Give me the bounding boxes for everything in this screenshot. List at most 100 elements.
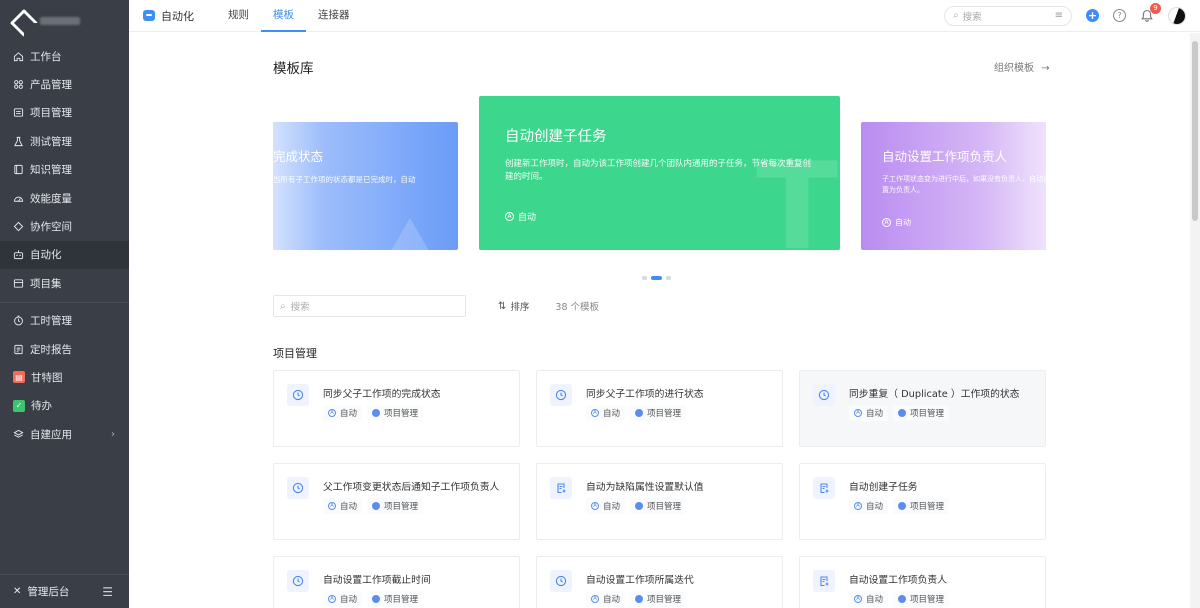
template-count: 38 个模板	[555, 302, 600, 313]
template-tags: A 自动 项目管理	[323, 591, 424, 607]
scrollbar[interactable]	[1190, 33, 1200, 608]
project-icon	[898, 595, 907, 603]
logo[interactable]	[0, 0, 129, 42]
carousel-dot[interactable]	[642, 276, 647, 280]
template-tag: 项目管理	[893, 405, 950, 421]
tag-label: 自动	[866, 595, 884, 605]
book-icon	[13, 164, 24, 175]
sidebar-item-folder[interactable]: 项目管理	[0, 99, 129, 127]
template-tag: A 自动	[323, 405, 363, 421]
sidebar-item-flask[interactable]: 测试管理	[0, 127, 129, 155]
carousel-card-tag: A 自动	[505, 210, 536, 223]
sidebar-item-label: 自建应用	[30, 428, 72, 441]
tag-label: 项目管理	[384, 595, 419, 605]
sidebar-item-check[interactable]: ✓ 待办	[0, 392, 129, 420]
search-icon: ⌕	[280, 300, 286, 312]
sidebar-item-home[interactable]: 工作台	[0, 42, 129, 70]
scrollbar-thumb[interactable]	[1192, 41, 1198, 221]
sidebar-item-label: 知识管理	[30, 164, 72, 177]
template-tag: 项目管理	[630, 498, 687, 514]
carousel-card-active[interactable]: 自动创建子任务 创建新工作项时，自动为该工作项创建几个团队内通用的子任务，节省每…	[479, 96, 840, 250]
clock-icon	[13, 315, 24, 326]
org-templates-link[interactable]: 组织模板 →	[994, 59, 1050, 74]
admin-console-label: 管理后台	[27, 586, 70, 598]
sort-label: 排序	[510, 302, 530, 313]
auto-icon: A	[591, 502, 599, 510]
tab-模板[interactable]: 模板	[261, 0, 306, 32]
carousel-card-title: 完成状态	[273, 149, 324, 164]
project-icon	[635, 595, 644, 603]
template-card[interactable]: 自动设置工作项负责人 A 自动 项目管理	[799, 556, 1046, 608]
auto-icon: A	[854, 409, 862, 417]
template-card[interactable]: 自动为缺陷属性设置默认值 A 自动 项目管理	[536, 463, 783, 540]
filter-icon[interactable]: ≡	[1055, 10, 1063, 21]
project-icon	[898, 502, 907, 510]
sidebar-item-robot[interactable]: 自动化	[0, 240, 129, 270]
carousel-dot[interactable]	[666, 276, 671, 280]
template-card[interactable]: 父工作项变更状态后通知子工作项负责人 A 自动 项目管理	[273, 463, 520, 540]
sidebar-item-app[interactable]: 自建应用 ›	[0, 420, 129, 448]
template-card[interactable]: 同步重复（ Duplicate ）工作项的状态 A 自动 项目管理	[799, 370, 1046, 447]
carousel-card-prev[interactable]: 完成状态 当所有子工作项的状态都是已完成时，自动	[273, 122, 458, 250]
template-tag: 项目管理	[893, 498, 950, 514]
auto-icon: A	[591, 409, 599, 417]
template-tag: A 自动	[323, 591, 363, 607]
carousel-card-next[interactable]: 自动设置工作项负责人 子工作项状态变为进行中后，如果没有负责人，自动设置为负责人…	[861, 122, 1046, 250]
template-tags: A 自动 项目管理	[586, 498, 687, 514]
tab-连接器[interactable]: 连接器	[306, 0, 362, 32]
tab-规则[interactable]: 规则	[216, 0, 261, 32]
tag-label: 自动	[866, 502, 884, 512]
clock-icon	[287, 570, 309, 592]
template-carousel[interactable]: 完成状态 当所有子工作项的状态都是已完成时，自动 自动创建子任务 创建新工作项时…	[273, 96, 1046, 266]
global-search-input[interactable]: ⌕ 搜索 ≡	[944, 5, 1072, 26]
decor-triangle	[380, 218, 440, 250]
sidebar-item-diamond[interactable]: 协作空间	[0, 212, 129, 240]
project-icon	[372, 502, 381, 510]
page-title: 模板库	[273, 61, 314, 77]
sidebar-item-clock[interactable]: 工时管理	[0, 307, 129, 335]
tag-label: 项目管理	[910, 409, 945, 419]
sidebar-item-gauge[interactable]: 效能度量	[0, 184, 129, 212]
app-icon	[13, 429, 24, 440]
carousel-dot-active[interactable]	[651, 276, 662, 280]
template-tags: A 自动 项目管理	[586, 405, 687, 421]
add-icon[interactable]: +	[1086, 9, 1099, 22]
notification-button[interactable]: 9	[1140, 2, 1161, 23]
sidebar-item-book[interactable]: 知识管理	[0, 156, 129, 184]
sidebar-item-report[interactable]: 定时报告	[0, 335, 129, 363]
template-card[interactable]: 自动创建子任务 A 自动 项目管理	[799, 463, 1046, 540]
template-tags: A 自动 项目管理	[849, 405, 950, 421]
sidebar-item-gantt[interactable]: ▤ 甘特图	[0, 363, 129, 391]
template-card[interactable]: 自动设置工作项所属迭代 A 自动 项目管理	[536, 556, 783, 608]
auto-icon: A	[505, 212, 514, 221]
template-tag: 项目管理	[367, 591, 424, 607]
tag-label: 项目管理	[647, 409, 682, 419]
template-card[interactable]: 同步父子工作项的进行状态 A 自动 项目管理	[536, 370, 783, 447]
avatar[interactable]	[1168, 6, 1186, 25]
template-tags: A 自动 项目管理	[586, 591, 687, 607]
sort-button[interactable]: ⇅ 排序	[498, 299, 530, 314]
project-icon	[898, 409, 907, 417]
tag-label: 项目管理	[647, 595, 682, 605]
sidebar-item-label: 产品管理	[30, 79, 72, 92]
template-tag: A 自动	[849, 498, 889, 514]
topbar: 自动化 规则 模板 连接器 ⌕ 搜索 ≡ + ? 9	[129, 0, 1200, 32]
project-icon	[635, 502, 644, 510]
template-tag: A 自动	[586, 591, 626, 607]
gauge-icon	[13, 193, 24, 204]
template-tags: A 自动 项目管理	[323, 405, 424, 421]
template-tag: 项目管理	[893, 591, 950, 607]
project-icon	[635, 409, 644, 417]
auto-icon: A	[328, 409, 336, 417]
admin-console-button[interactable]: ✕ 管理后台 ☰	[0, 574, 129, 608]
help-icon[interactable]: ?	[1113, 9, 1126, 22]
sidebar-item-grid[interactable]: 产品管理	[0, 70, 129, 98]
sidebar: 工作台产品管理项目管理 测试管理知识管理效能度量协作空间 自动化 项目集 工时管理 定时…	[0, 0, 129, 608]
template-card[interactable]: 自动设置工作项截止时间 A 自动 项目管理	[273, 556, 520, 608]
template-card[interactable]: 同步父子工作项的完成状态 A 自动 项目管理	[273, 370, 520, 447]
collapse-sidebar-icon[interactable]: ☰	[102, 585, 113, 599]
template-title: 自动创建子任务	[849, 482, 918, 493]
sidebar-item-stack[interactable]: 项目集	[0, 269, 129, 297]
sidebar-item-label: 效能度量	[30, 192, 72, 205]
template-search-input[interactable]: ⌕ 搜索	[273, 295, 466, 317]
